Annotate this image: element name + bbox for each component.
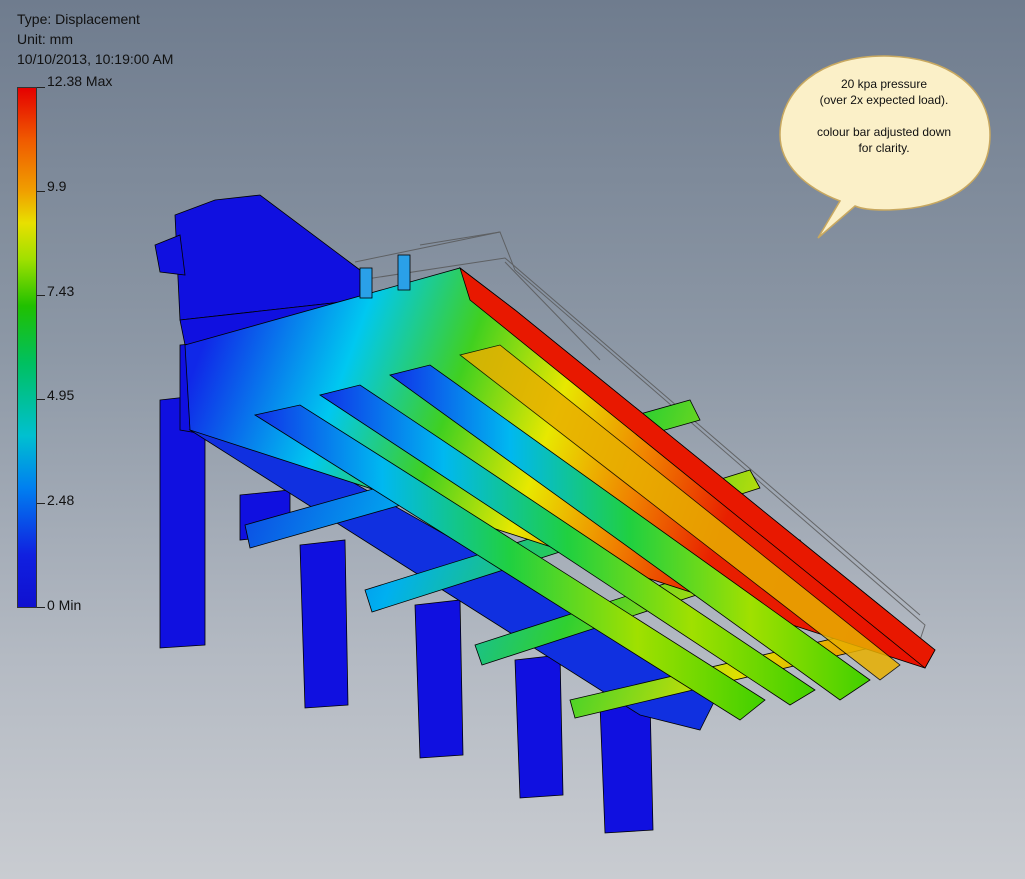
- callout-line: for clarity.: [858, 141, 910, 155]
- callout-line: (over 2x expected load).: [819, 93, 949, 107]
- callout-line: 20 kpa pressure: [840, 77, 928, 91]
- callout-line: colour bar adjusted down: [816, 125, 952, 139]
- callout-text: 20 kpa pressure (over 2x expected load).…: [786, 76, 982, 156]
